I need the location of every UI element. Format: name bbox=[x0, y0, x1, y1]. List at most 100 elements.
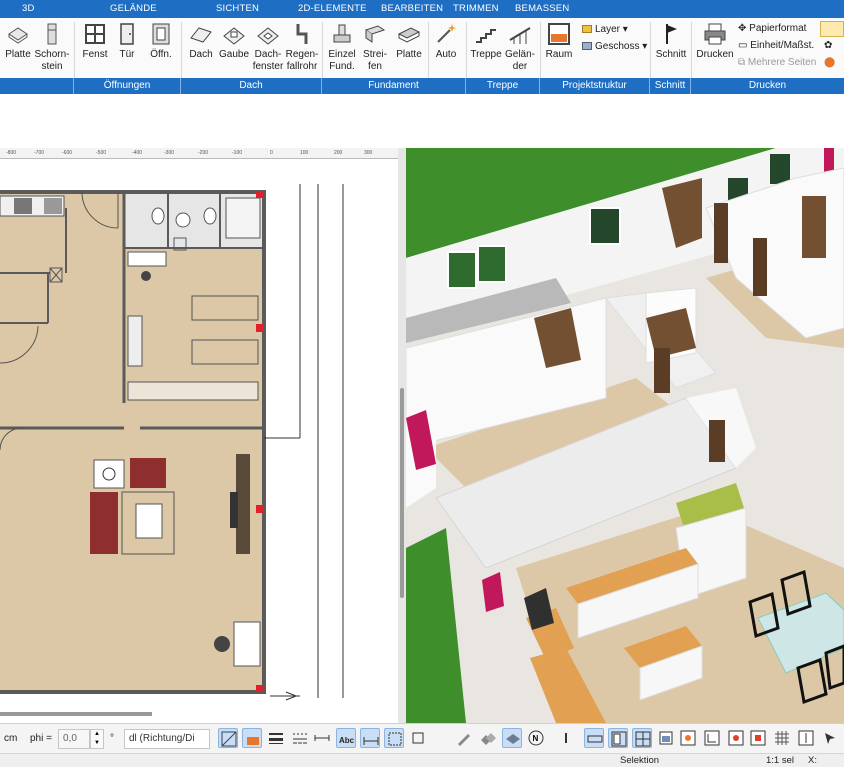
dach-button[interactable]: Dach bbox=[186, 22, 216, 61]
einzelfundament-button[interactable]: Einzel Fund. bbox=[326, 22, 358, 73]
gaube-button[interactable]: Gaube bbox=[218, 22, 250, 61]
tab-trimmen[interactable]: TRIMMEN bbox=[453, 3, 499, 14]
layer-dropdown[interactable]: Layer ▾ bbox=[582, 24, 628, 35]
cursor-tool[interactable] bbox=[820, 728, 840, 748]
3d-view[interactable] bbox=[406, 148, 844, 723]
regenfallrohr-button[interactable]: Regen- fallrohr bbox=[284, 22, 320, 73]
group-projektstruktur: Projektstruktur bbox=[540, 78, 650, 94]
group-dach: Dach bbox=[181, 78, 322, 94]
washing-machine bbox=[93, 459, 125, 489]
section-flag-icon bbox=[666, 24, 677, 44]
group-treppe: Treppe bbox=[466, 78, 540, 94]
canvas-top-area bbox=[0, 94, 844, 148]
einheit-massstab-button[interactable]: ▭ Einheit/Maßst. bbox=[738, 40, 814, 51]
overflow-highlight-button[interactable] bbox=[820, 21, 844, 37]
door-3d bbox=[654, 348, 670, 393]
group-drucken: Drucken bbox=[748, 80, 787, 91]
ribbon-separator bbox=[466, 22, 467, 78]
line-weight-tool[interactable] bbox=[266, 728, 286, 748]
view-grid-tool[interactable] bbox=[632, 728, 652, 748]
area-tool[interactable] bbox=[384, 728, 404, 748]
fill-icon bbox=[247, 737, 259, 745]
north-tool[interactable]: N bbox=[526, 728, 546, 748]
group-oeffnungen: Öffnungen bbox=[74, 78, 181, 94]
tab-3d[interactable]: 3D bbox=[22, 3, 35, 14]
info-tool[interactable] bbox=[556, 728, 576, 748]
phi-input[interactable]: 0,0 bbox=[58, 729, 90, 749]
tab-bemassen[interactable]: BEMASSEN bbox=[515, 3, 569, 14]
dachfenster-button[interactable]: Dach- fenster bbox=[252, 22, 284, 73]
window-3d bbox=[477, 245, 507, 283]
mehrere-seiten-button[interactable]: ⧉ Mehrere Seiten bbox=[738, 57, 816, 68]
phi-stepper[interactable]: ▲ ▼ bbox=[90, 729, 104, 749]
dimension-style-tool[interactable] bbox=[312, 728, 332, 748]
info-icon bbox=[565, 733, 567, 743]
oeffnung-button[interactable]: Öffn. bbox=[146, 22, 176, 61]
orthogonal-tool[interactable] bbox=[796, 728, 816, 748]
tab-gelaende[interactable]: GELÄNDE bbox=[110, 3, 157, 14]
bottom-toolbar: cm phi = 0,0 ▲ ▼ ° dl (Richtung/Di Abc N bbox=[0, 723, 844, 753]
floor-plan-view[interactable] bbox=[0, 148, 404, 723]
view-3d-tool[interactable] bbox=[656, 728, 676, 748]
gelaender-button[interactable]: Gelän- der bbox=[504, 22, 536, 73]
window-3d bbox=[589, 207, 621, 245]
treppe-button[interactable]: Treppe bbox=[470, 22, 502, 61]
center-snap-tool[interactable] bbox=[726, 728, 746, 748]
direction-select[interactable]: dl (Richtung/Di bbox=[124, 729, 210, 749]
view-2d-tool[interactable] bbox=[584, 728, 604, 748]
raum-button[interactable]: Raum bbox=[544, 22, 574, 61]
fill-tool[interactable] bbox=[242, 728, 262, 748]
pin-icon[interactable]: ⬤ bbox=[824, 57, 835, 68]
status-bar: Selektion 1:1 sel X: bbox=[0, 753, 844, 767]
pen-tool[interactable] bbox=[454, 728, 474, 748]
tab-2d-elemente[interactable]: 2D-ELEMENTE bbox=[298, 3, 367, 14]
platte-button[interactable]: Platte bbox=[2, 22, 34, 61]
schornstein-button[interactable]: Schorn- stein bbox=[34, 22, 70, 73]
tab-bearbeiten[interactable]: BEARBEITEN bbox=[381, 3, 443, 14]
auto-button[interactable]: Auto bbox=[432, 22, 460, 61]
area-icon bbox=[388, 732, 402, 746]
image-tool[interactable] bbox=[678, 728, 698, 748]
grid-tool[interactable] bbox=[772, 728, 792, 748]
papierformat-button[interactable]: ✥ Papierformat bbox=[738, 23, 806, 34]
fenster-button[interactable]: Fenst bbox=[80, 22, 110, 61]
washbasin bbox=[175, 212, 191, 228]
text-icon: Abc bbox=[339, 736, 355, 745]
bed bbox=[191, 295, 259, 321]
settings-icon[interactable]: ✿ bbox=[824, 40, 832, 51]
window-3d bbox=[770, 154, 790, 184]
line-style-tool[interactable] bbox=[290, 728, 310, 748]
geschoss-dropdown[interactable]: Geschoss ▾ bbox=[582, 41, 647, 52]
snap-tool[interactable] bbox=[702, 728, 722, 748]
ribbon-separator bbox=[322, 22, 323, 78]
tab-sichten[interactable]: SICHTEN bbox=[216, 3, 259, 14]
skylight-icon bbox=[257, 27, 279, 45]
ribbon-separator bbox=[540, 22, 541, 78]
hatch-tool[interactable] bbox=[218, 728, 238, 748]
text-tool[interactable]: Abc bbox=[336, 728, 356, 748]
status-mode: Selektion bbox=[620, 755, 660, 766]
view-split-tool[interactable] bbox=[608, 728, 628, 748]
wall-accent bbox=[824, 148, 834, 172]
view-splitter[interactable] bbox=[398, 148, 406, 723]
texture-tool[interactable] bbox=[478, 728, 498, 748]
toilet bbox=[203, 207, 217, 225]
horizontal-ruler: -800 -700 -600 -500 -400 -300 -200 -100 … bbox=[0, 148, 398, 159]
drucken-button[interactable]: Drucken bbox=[695, 22, 735, 61]
sink bbox=[44, 198, 62, 214]
view-split-icon bbox=[611, 731, 627, 747]
frame-tool[interactable] bbox=[408, 728, 428, 748]
marker bbox=[256, 685, 264, 691]
door-3d bbox=[709, 420, 725, 462]
layer-view-tool[interactable] bbox=[502, 728, 522, 748]
coffee-table bbox=[135, 503, 163, 539]
tuer-button[interactable]: Tür bbox=[114, 22, 140, 61]
endpoint-snap-tool[interactable] bbox=[748, 728, 768, 748]
measure-tool[interactable] bbox=[360, 728, 380, 748]
schnitt-button[interactable]: Schnitt bbox=[654, 22, 688, 61]
fundament-platte-button[interactable]: Platte bbox=[392, 22, 426, 61]
door-3d bbox=[714, 203, 728, 263]
scrollbar-vertical[interactable] bbox=[400, 388, 404, 598]
streifenfundament-button[interactable]: Strei- fen bbox=[360, 22, 390, 73]
opening-icon bbox=[152, 23, 170, 45]
